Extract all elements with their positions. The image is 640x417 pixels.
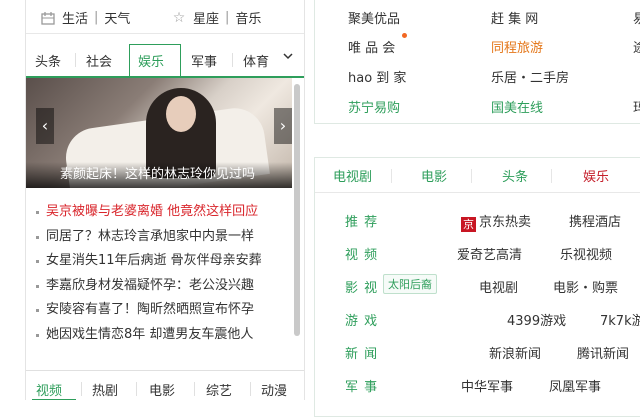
link-4399[interactable]: 4399游戏 bbox=[507, 310, 566, 329]
separator bbox=[391, 169, 392, 183]
category-label: 推 荐 bbox=[345, 215, 379, 230]
weather-link[interactable]: 天气 bbox=[104, 8, 130, 27]
separator bbox=[551, 169, 552, 183]
link-jd-hot[interactable]: 京京东热卖 bbox=[461, 211, 531, 232]
chevron-down-icon[interactable] bbox=[282, 50, 294, 65]
music-link[interactable]: 音乐 bbox=[235, 8, 261, 27]
slide-prev-arrow-icon[interactable]: ‹ bbox=[36, 108, 54, 144]
link-sina-news[interactable]: 新浪新闻 bbox=[489, 343, 541, 362]
tab-ent[interactable]: 娱乐 bbox=[583, 166, 609, 185]
link-7k7k[interactable]: 7k7k游戏 bbox=[600, 310, 640, 329]
life-weather-group: 生活 | 天气 bbox=[40, 8, 130, 27]
news-category-tabs: 头条 社会 娱乐 军事 体育 bbox=[26, 44, 304, 78]
slide-face bbox=[166, 96, 196, 132]
list-item[interactable]: 女星消失11年后病逝 骨灰伴母亲安葬 bbox=[36, 249, 294, 274]
life-link[interactable]: 生活 bbox=[62, 8, 88, 27]
media-tabs: 视频 热剧 电影 综艺 动漫 bbox=[26, 370, 304, 400]
category-row-games: 游 戏 4399游戏 7k7k游戏 bbox=[315, 305, 640, 335]
tab-variety[interactable]: 综艺 bbox=[206, 380, 232, 399]
hot-tag-badge[interactable]: 太阳后裔 bbox=[383, 274, 437, 294]
tab-video[interactable]: 视频 bbox=[36, 380, 62, 399]
site-link-ganji[interactable]: 赶 集 网 bbox=[491, 8, 538, 27]
link-iqiyi[interactable]: 爱奇艺高清 bbox=[457, 244, 522, 263]
category-row-recommend: 推 荐 京京东热卖 携程酒店 bbox=[315, 206, 640, 236]
separator: | bbox=[225, 10, 230, 25]
astrology-link[interactable]: 星座 bbox=[193, 8, 219, 27]
site-link-vip[interactable]: 唯 品 会 bbox=[348, 37, 395, 56]
list-item[interactable]: 同居了？林志玲言承旭家中内景一样 bbox=[36, 225, 294, 250]
site-links-box: 聚美优品 唯 品 会 hao 到 家 苏宁易购 赶 集 网 同程旅游 乐居・二手… bbox=[314, 0, 640, 124]
category-row-video: 视 频 爱奇艺高清 乐视视频 bbox=[315, 239, 640, 269]
category-label: 新 闻 bbox=[345, 347, 379, 362]
site-link-haodaojia[interactable]: hao 到 家 bbox=[348, 67, 406, 86]
link-ctrip-hotel[interactable]: 携程酒店 bbox=[569, 211, 621, 230]
site-link-gome[interactable]: 国美在线 bbox=[491, 97, 543, 116]
site-link-partial-2[interactable]: 途 bbox=[633, 37, 640, 56]
category-tabs: 电视剧 电影 头条 娱乐 bbox=[315, 158, 640, 193]
category-label: 游 戏 bbox=[345, 314, 379, 329]
category-links-box: 电视剧 电影 头条 娱乐 推 荐 京京东热卖 携程酒店 视 频 爱奇艺高清 乐视… bbox=[314, 157, 640, 417]
site-link-leju[interactable]: 乐居・二手房 bbox=[491, 67, 569, 86]
tab-hot-drama[interactable]: 热剧 bbox=[92, 380, 118, 399]
slide-caption[interactable]: 素颜起床！这样的林志玲你见过吗 bbox=[60, 163, 255, 182]
slide-caption-bar: 素颜起床！这样的林志玲你见过吗 bbox=[26, 162, 292, 188]
site-link-partial-4[interactable]: 玛 bbox=[633, 97, 640, 116]
list-item[interactable]: 吴京被曝与老婆离婚 他竟然这样回应 bbox=[36, 200, 294, 225]
tab-headlines[interactable]: 头条 bbox=[35, 51, 61, 70]
tab-top-news[interactable]: 头条 bbox=[502, 166, 528, 185]
separator bbox=[250, 382, 251, 396]
slideshow-image[interactable]: ‹ › 素颜起床！这样的林志玲你见过吗 bbox=[26, 78, 292, 188]
link-letv[interactable]: 乐视视频 bbox=[560, 244, 612, 263]
list-item[interactable]: 李嘉欣身材发福疑怀孕：老公没兴趣 bbox=[36, 274, 294, 299]
separator bbox=[471, 169, 472, 183]
link-ifeng-military[interactable]: 凤凰军事 bbox=[549, 376, 601, 395]
tab-military[interactable]: 军事 bbox=[191, 51, 217, 70]
link-label: 京东热卖 bbox=[479, 215, 532, 230]
category-label: 影 视 bbox=[345, 281, 379, 296]
separator bbox=[75, 53, 76, 67]
separator bbox=[81, 382, 82, 396]
separator: | bbox=[94, 10, 99, 25]
site-link-partial-1[interactable]: 易 bbox=[633, 8, 640, 27]
calendar-icon bbox=[40, 10, 56, 26]
tab-anime[interactable]: 动漫 bbox=[261, 380, 287, 399]
separator bbox=[194, 382, 195, 396]
slide-next-arrow-icon[interactable]: › bbox=[274, 108, 292, 144]
site-link-suning[interactable]: 苏宁易购 bbox=[348, 97, 400, 116]
category-label: 视 频 bbox=[345, 248, 379, 263]
link-tv-drama[interactable]: 电视剧 bbox=[479, 277, 518, 296]
list-item[interactable]: 她因戏生情恋8年 却遭男友车震他人 bbox=[36, 323, 294, 348]
headline-list: 吴京被曝与老婆离婚 他竟然这样回应 同居了？林志玲言承旭家中内景一样 女星消失1… bbox=[36, 200, 294, 347]
link-tencent-news[interactable]: 腾讯新闻 bbox=[577, 343, 629, 362]
category-row-military: 军 事 中华军事 凤凰军事 bbox=[315, 371, 640, 401]
tab-sports[interactable]: 体育 bbox=[243, 51, 269, 70]
tab-tv-series[interactable]: 电视剧 bbox=[333, 166, 372, 185]
tab-movie[interactable]: 电影 bbox=[149, 380, 175, 399]
new-dot-badge bbox=[402, 33, 407, 38]
category-row-film: 影 视 太阳后裔 电视剧 电影・购票 bbox=[315, 272, 640, 302]
list-item[interactable]: 安陵容有喜了！陶昕然晒照宣布怀孕 bbox=[36, 298, 294, 323]
astro-music-group: ☆ 星座 | 音乐 bbox=[171, 8, 262, 28]
tab-society[interactable]: 社会 bbox=[86, 51, 112, 70]
news-panel: 生活 | 天气 ☆ 星座 | 音乐 头条 社会 娱乐 军事 体育 ‹ › 素颜起… bbox=[25, 0, 305, 400]
separator bbox=[136, 382, 137, 396]
category-label: 军 事 bbox=[345, 380, 379, 395]
scrollbar-thumb[interactable] bbox=[294, 84, 300, 336]
separator bbox=[232, 53, 233, 67]
site-link-jumei[interactable]: 聚美优品 bbox=[348, 8, 400, 27]
star-icon: ☆ bbox=[172, 9, 186, 26]
jd-logo-icon: 京 bbox=[461, 217, 476, 232]
site-link-tongcheng[interactable]: 同程旅游 bbox=[491, 37, 543, 56]
link-china-military[interactable]: 中华军事 bbox=[461, 376, 513, 395]
link-movie-tickets[interactable]: 电影・购票 bbox=[553, 277, 618, 296]
tab-movies[interactable]: 电影 bbox=[421, 166, 447, 185]
top-link-bar: 生活 | 天气 ☆ 星座 | 音乐 bbox=[26, 0, 304, 34]
tab-entertainment[interactable]: 娱乐 bbox=[138, 51, 164, 70]
scrollbar[interactable] bbox=[294, 84, 300, 336]
category-row-news: 新 闻 新浪新闻 腾讯新闻 bbox=[315, 338, 640, 368]
